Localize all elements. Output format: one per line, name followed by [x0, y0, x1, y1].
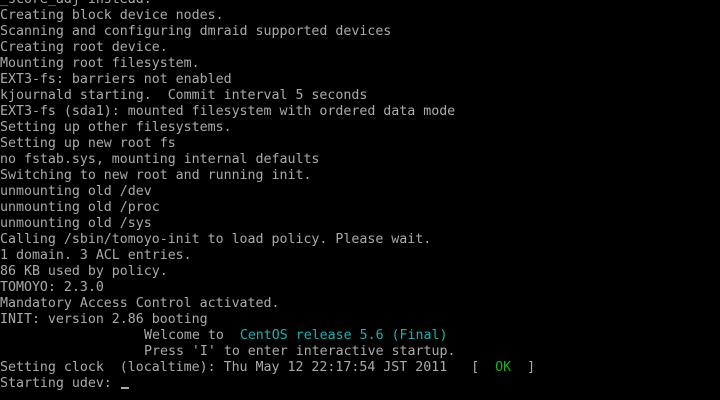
console-line: unmounting old /sys — [0, 216, 152, 231]
console-line: _score_adj instead. — [0, 0, 720, 8]
console-line: Creating root device. — [0, 40, 168, 55]
console-line: Setting up new root fs — [0, 136, 176, 151]
clock-line: Setting clock (localtime): Thu May 12 22… — [0, 360, 720, 376]
console-line: EXT3-fs: barriers not enabled — [0, 72, 232, 87]
console-line: INIT: version 2.86 booting — [0, 312, 208, 327]
console-line: Creating block device nodes. — [0, 8, 224, 23]
welcome-prefix: Welcome to — [144, 328, 240, 343]
console-line: Calling /sbin/tomoyo-init to load policy… — [0, 232, 432, 247]
console-line: TOMOYO: 2.3.0 — [0, 280, 104, 295]
console-line: kjournald starting. Commit interval 5 se… — [0, 88, 368, 103]
status-bracket-close: ] — [511, 360, 536, 375]
console-line: Scanning and configuring dmraid supporte… — [0, 24, 392, 39]
interactive-hint: Press 'I' to enter interactive startup. — [144, 344, 456, 359]
console-line: Mounting root filesystem. — [0, 56, 200, 71]
console-line: 86 KB used by policy. — [0, 264, 168, 279]
interactive-hint-line: Press 'I' to enter interactive startup. — [0, 344, 720, 360]
console-line: 1 domain. 3 ACL entries. — [0, 248, 192, 263]
console-line: unmounting old /proc — [0, 200, 160, 215]
console-line: EXT3-fs (sda1): mounted filesystem with … — [0, 104, 456, 119]
clock-text: Setting clock (localtime): Thu May 12 22… — [0, 360, 472, 375]
console-line: Setting up other filesystems. — [0, 120, 232, 135]
welcome-line: Welcome to CentOS release 5.6 (Final) — [0, 328, 720, 344]
ok-status: OK — [495, 360, 512, 375]
prompt-line[interactable]: Starting udev: — [0, 376, 720, 392]
console-line: no fstab.sys, mounting internal defaults — [0, 152, 320, 167]
status-bracket-open: [ — [471, 360, 496, 375]
release-name: CentOS release 5.6 (Final) — [239, 328, 448, 343]
console-line: unmounting old /dev — [0, 184, 152, 199]
boot-console: _score_adj instead. Creating block devic… — [0, 0, 720, 400]
console-line: Switching to new root and running init. — [0, 168, 312, 183]
text-cursor[interactable] — [120, 387, 129, 389]
console-line: Mandatory Access Control activated. — [0, 296, 280, 311]
udev-prompt: Starting udev: — [0, 376, 120, 391]
